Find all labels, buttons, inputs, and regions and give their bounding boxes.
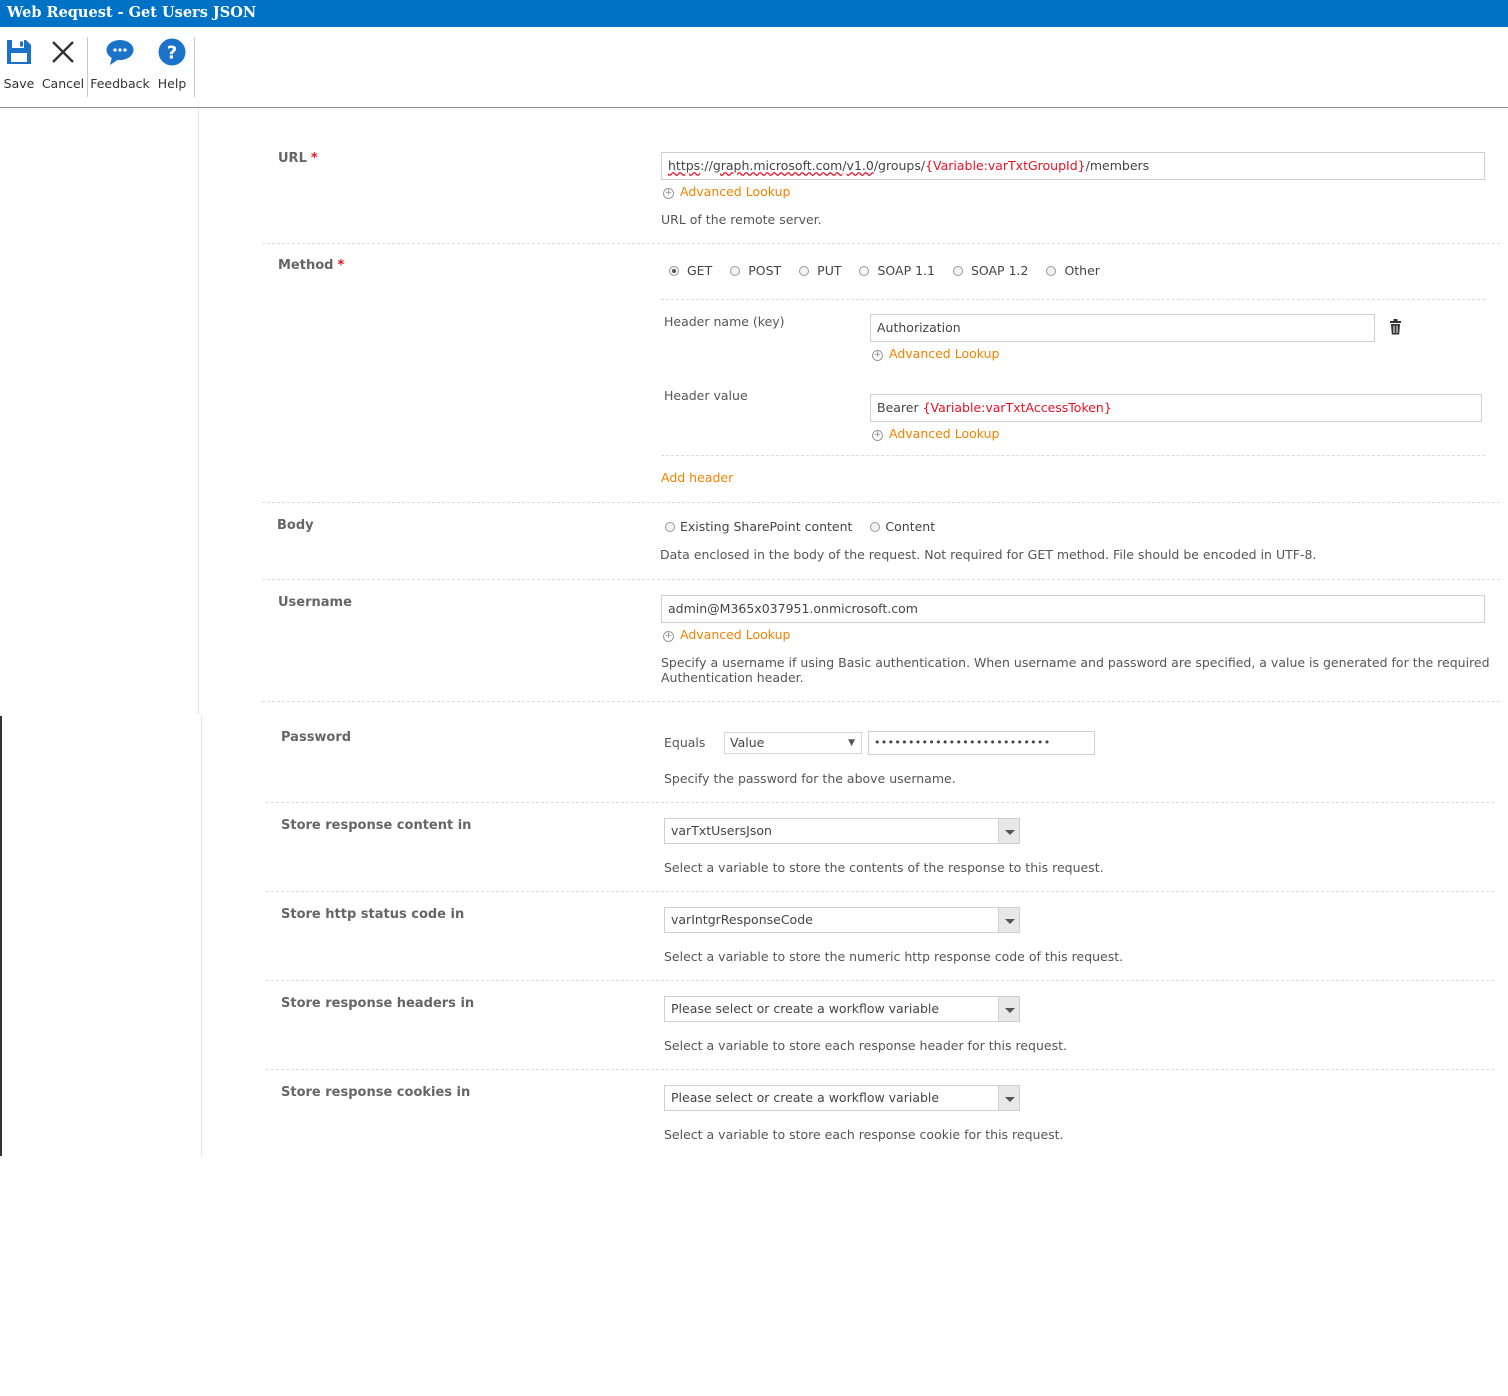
header-value-input[interactable]: Bearer {Variable:varTxtAccessToken} — [870, 394, 1482, 422]
help-button[interactable]: ? Help — [154, 27, 190, 107]
password-type-select[interactable]: Value ▼ — [724, 732, 862, 754]
toolbar-divider — [87, 37, 88, 97]
svg-text:?: ? — [167, 43, 177, 64]
ribbon-toolbar: Save Cancel Feedback ? Help — [0, 27, 1508, 108]
feedback-button[interactable]: Feedback — [90, 27, 150, 107]
password-label: Password — [281, 730, 352, 745]
plus-circle-icon: + — [663, 188, 674, 199]
section-divider — [262, 243, 1500, 244]
plus-circle-icon: + — [872, 430, 883, 441]
dropdown-arrow-icon: ▼ — [848, 738, 855, 748]
section-divider — [262, 701, 1500, 702]
dropdown-arrow-icon[interactable] — [998, 908, 1019, 932]
password-description: Specify the password for the above usern… — [664, 771, 956, 786]
store-status-combo[interactable]: varIntgrResponseCode — [664, 907, 1020, 933]
store-content-label: Store response content in — [281, 818, 472, 833]
header-value-label: Header value — [664, 388, 748, 403]
method-radio-other[interactable] — [1046, 266, 1057, 276]
save-icon — [7, 40, 31, 64]
header-name-advanced-lookup[interactable]: + Advanced Lookup — [872, 346, 999, 361]
method-radio-put[interactable] — [799, 266, 810, 276]
username-description: Specify a username if using Basic authen… — [661, 655, 1490, 685]
username-input[interactable]: admin@M365x037951.onmicrosoft.com — [661, 595, 1485, 623]
section-divider — [266, 891, 1494, 892]
method-radio-soap11[interactable] — [859, 266, 870, 276]
dropdown-arrow-icon[interactable] — [998, 819, 1019, 843]
method-label: Method * — [278, 258, 345, 273]
help-label: Help — [157, 76, 187, 91]
url-label: URL * — [278, 151, 318, 166]
store-status-description: Select a variable to store the numeric h… — [664, 949, 1124, 964]
cancel-label: Cancel — [41, 76, 85, 91]
body-radio-sharepoint[interactable] — [665, 522, 675, 532]
method-radio-post[interactable] — [730, 266, 741, 276]
header-value-advanced-lookup[interactable]: + Advanced Lookup — [872, 426, 999, 441]
section-divider — [661, 299, 1485, 300]
section-divider — [266, 1069, 1494, 1070]
store-headers-label: Store response headers in — [281, 996, 475, 1011]
password-input[interactable]: •••••••••••••••••••••••••• — [868, 731, 1095, 755]
dropdown-arrow-icon[interactable] — [998, 1086, 1019, 1110]
close-icon — [52, 41, 74, 63]
cancel-button[interactable]: Cancel — [40, 27, 86, 107]
store-cookies-description: Select a variable to store each response… — [664, 1127, 1064, 1142]
header-name-label: Header name (key) — [664, 314, 785, 329]
username-label: Username — [278, 595, 352, 610]
url-input[interactable]: https://graph.microsoft.com/v1.0/groups/… — [661, 152, 1485, 180]
left-edge-border — [0, 716, 2, 1156]
store-cookies-combo[interactable]: Please select or create a workflow varia… — [664, 1085, 1020, 1111]
feedback-label: Feedback — [90, 76, 150, 91]
help-icon: ? — [158, 38, 186, 66]
section-divider — [266, 980, 1494, 981]
store-headers-combo[interactable]: Please select or create a workflow varia… — [664, 996, 1020, 1022]
store-cookies-label: Store response cookies in — [281, 1085, 471, 1100]
store-status-label: Store http status code in — [281, 907, 465, 922]
add-header-link[interactable]: Add header — [661, 470, 733, 485]
plus-circle-icon: + — [872, 350, 883, 361]
password-equals-label: Equals — [664, 735, 706, 750]
section-divider — [266, 802, 1494, 803]
window-title-bar: Web Request - Get Users JSON — [0, 0, 1508, 27]
body-radio-content[interactable] — [870, 522, 881, 532]
body-label: Body — [277, 518, 314, 533]
save-label: Save — [3, 76, 35, 91]
chat-bubble-icon — [106, 40, 134, 65]
save-button[interactable]: Save — [0, 27, 38, 107]
url-advanced-lookup[interactable]: + Advanced Lookup — [663, 184, 790, 199]
left-panel-divider — [201, 716, 202, 1156]
section-divider — [262, 502, 1500, 503]
trash-icon[interactable] — [1389, 319, 1402, 335]
username-advanced-lookup[interactable]: + Advanced Lookup — [663, 627, 790, 642]
window-title: Web Request - Get Users JSON — [7, 4, 257, 21]
store-content-description: Select a variable to store the contents … — [664, 860, 1104, 875]
section-divider — [661, 455, 1485, 456]
plus-circle-icon: + — [663, 631, 674, 642]
body-description: Data enclosed in the body of the request… — [660, 547, 1317, 562]
method-radio-get[interactable] — [669, 266, 679, 276]
url-description: URL of the remote server. — [661, 212, 822, 227]
body-radio-group: Existing SharePoint content Content — [665, 519, 949, 534]
section-divider — [262, 579, 1500, 580]
store-headers-description: Select a variable to store each response… — [664, 1038, 1067, 1053]
dropdown-arrow-icon[interactable] — [998, 997, 1019, 1021]
method-radio-group: GET POST PUT SOAP 1.1 SOAP 1.2 Other — [669, 263, 1114, 278]
method-radio-soap12[interactable] — [952, 266, 963, 276]
store-content-combo[interactable]: varTxtUsersJson — [664, 818, 1020, 844]
toolbar-divider — [194, 37, 195, 97]
left-panel-divider — [198, 108, 199, 714]
header-name-input[interactable]: Authorization — [870, 314, 1375, 342]
